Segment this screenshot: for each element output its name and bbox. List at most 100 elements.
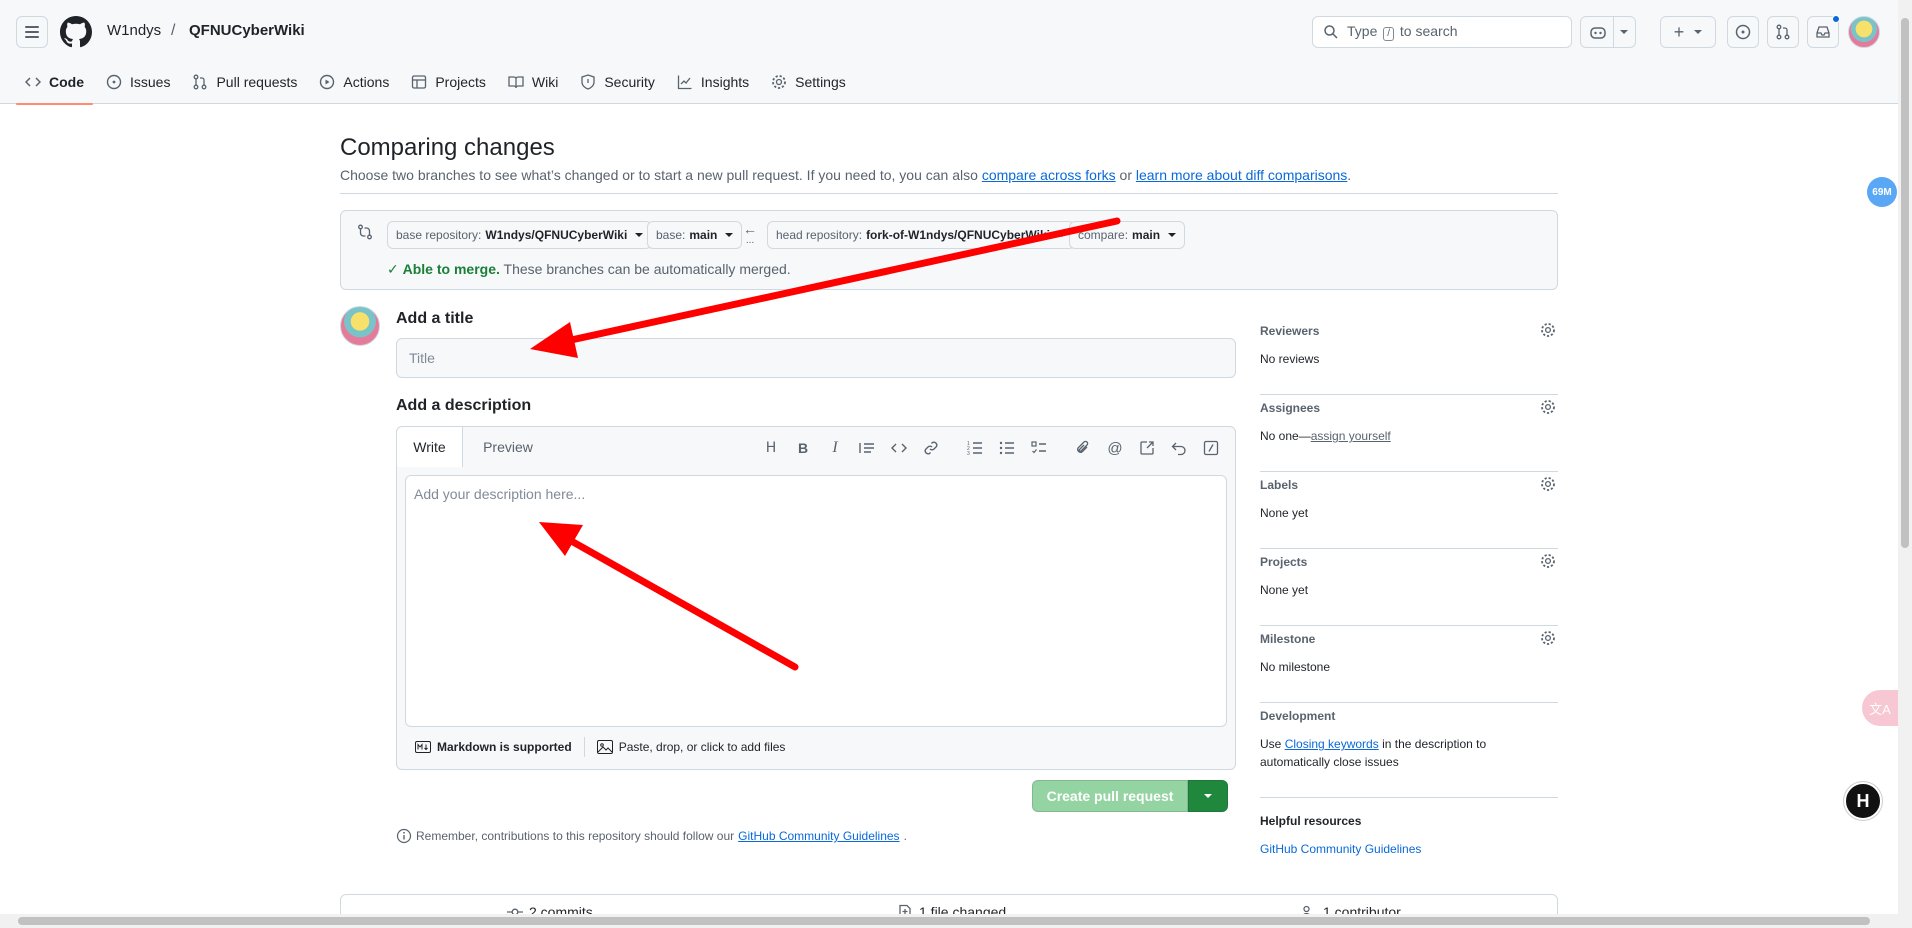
pull-requests-button[interactable] bbox=[1767, 16, 1799, 48]
compare-branch-select[interactable]: compare: main bbox=[1069, 221, 1186, 249]
undo-icon[interactable] bbox=[1163, 435, 1195, 461]
tab-code[interactable]: Code bbox=[16, 66, 93, 105]
tab-wiki[interactable]: Wiki bbox=[499, 66, 567, 98]
tab-projects-label: Projects bbox=[435, 74, 486, 90]
learn-diff-link[interactable]: learn more about diff comparisons bbox=[1136, 167, 1347, 183]
tab-insights[interactable]: Insights bbox=[668, 66, 758, 98]
tab-actions-label: Actions bbox=[343, 74, 390, 90]
gear-icon[interactable] bbox=[1540, 322, 1556, 338]
milestone-heading: Milestone bbox=[1260, 632, 1316, 646]
vertical-scrollbar[interactable] bbox=[1898, 0, 1912, 928]
link-icon[interactable] bbox=[915, 435, 947, 461]
guidelines-link[interactable]: GitHub Community Guidelines bbox=[738, 829, 899, 843]
gear-icon[interactable] bbox=[1540, 553, 1556, 569]
heading-icon[interactable]: H bbox=[755, 435, 787, 461]
horizontal-scrollbar[interactable] bbox=[0, 914, 1898, 928]
create-pull-request-button[interactable]: Create pull request bbox=[1032, 780, 1188, 812]
labels-value: None yet bbox=[1260, 506, 1309, 520]
markdown-note: Markdown is supported bbox=[437, 740, 572, 754]
tab-actions[interactable]: Actions bbox=[310, 66, 398, 98]
head-repository-select[interactable]: head repository: fork-of-W1ndys/QFNUCybe… bbox=[767, 221, 1075, 249]
code-icon[interactable] bbox=[883, 435, 915, 461]
book-icon bbox=[508, 76, 524, 89]
reminder-text: Remember, contributions to this reposito… bbox=[416, 829, 735, 843]
sidebar-reviewers: Reviewers No reviews bbox=[1260, 318, 1558, 395]
unordered-list-icon[interactable] bbox=[991, 435, 1023, 461]
slash-command-icon[interactable] bbox=[1195, 435, 1227, 461]
gear-icon[interactable] bbox=[1540, 630, 1556, 646]
tab-settings[interactable]: Settings bbox=[762, 66, 855, 98]
sidebar-projects: Projects None yet bbox=[1260, 549, 1558, 626]
tab-projects[interactable]: Projects bbox=[402, 66, 495, 98]
issue-icon bbox=[1735, 24, 1751, 40]
head-repository-label: head repository: bbox=[776, 228, 863, 242]
floating-badge[interactable]: 69M bbox=[1867, 177, 1897, 207]
info-icon bbox=[396, 828, 412, 844]
markdown-support[interactable]: Markdown is supported bbox=[415, 740, 572, 754]
issues-button[interactable] bbox=[1727, 16, 1759, 48]
helper-widget[interactable]: H bbox=[1844, 782, 1882, 820]
attach-files[interactable]: Paste, drop, or click to add files bbox=[596, 740, 786, 754]
tab-preview[interactable]: Preview bbox=[463, 427, 553, 467]
compare-forks-link[interactable]: compare across forks bbox=[982, 167, 1116, 183]
create-new-button[interactable]: + bbox=[1660, 16, 1716, 48]
pull-request-icon bbox=[194, 74, 207, 90]
create-options-dropdown[interactable] bbox=[1188, 780, 1228, 812]
base-repository-select[interactable]: base repository: W1ndys/QFNUCyberWiki bbox=[387, 221, 653, 249]
description-editor: Write Preview H B I 123 @ Markdown is su… bbox=[396, 426, 1236, 770]
table-icon bbox=[412, 75, 427, 89]
gear-icon[interactable] bbox=[1540, 399, 1556, 415]
base-branch-value: main bbox=[689, 228, 718, 242]
mention-icon[interactable]: @ bbox=[1099, 435, 1131, 461]
italic-icon[interactable]: I bbox=[819, 435, 851, 461]
check-icon: ✓ bbox=[387, 261, 399, 277]
bold-icon[interactable]: B bbox=[787, 435, 819, 461]
development-value: Use Closing keywords in the description … bbox=[1260, 735, 1500, 771]
vertical-scrollbar-thumb[interactable] bbox=[1901, 18, 1909, 548]
tab-issues[interactable]: Issues bbox=[97, 66, 179, 98]
base-branch-select[interactable]: base: main bbox=[647, 221, 743, 249]
attach-icon[interactable] bbox=[1067, 435, 1099, 461]
breadcrumb-repo[interactable]: QFNUCyberWiki bbox=[189, 22, 305, 39]
play-icon bbox=[320, 74, 335, 90]
copilot-button[interactable] bbox=[1580, 16, 1636, 48]
separator bbox=[583, 737, 585, 757]
description-textarea[interactable] bbox=[406, 476, 1226, 726]
reviewers-value: No reviews bbox=[1260, 352, 1320, 366]
description-textarea-wrap bbox=[405, 475, 1227, 727]
title-input[interactable] bbox=[396, 338, 1236, 378]
tab-code-label: Code bbox=[49, 74, 84, 90]
attach-note: Paste, drop, or click to add files bbox=[618, 740, 786, 754]
editor-footer: Markdown is supported Paste, drop, or cl… bbox=[397, 725, 1235, 769]
reference-icon[interactable] bbox=[1131, 435, 1163, 461]
projects-heading: Projects bbox=[1260, 555, 1308, 569]
horizontal-scrollbar-thumb[interactable] bbox=[18, 917, 1870, 925]
tab-wiki-label: Wiki bbox=[531, 74, 559, 90]
caret-down-icon bbox=[1168, 233, 1177, 237]
ordered-list-icon[interactable]: 123 bbox=[959, 435, 991, 461]
community-guidelines-link[interactable]: GitHub Community Guidelines bbox=[1260, 842, 1421, 856]
tab-write[interactable]: Write bbox=[397, 427, 463, 467]
user-avatar[interactable] bbox=[1848, 16, 1880, 48]
assign-yourself-link[interactable]: assign yourself bbox=[1311, 429, 1391, 443]
gear-icon[interactable] bbox=[1540, 476, 1556, 492]
projects-value: None yet bbox=[1260, 583, 1309, 597]
tab-pull-requests[interactable]: Pull requests bbox=[183, 66, 306, 98]
quote-icon[interactable] bbox=[851, 435, 883, 461]
tab-security[interactable]: Security bbox=[571, 66, 664, 98]
task-list-icon[interactable] bbox=[1023, 435, 1055, 461]
merge-status-label: Able to merge. bbox=[402, 261, 500, 277]
pull-request-icon bbox=[1776, 24, 1790, 40]
svg-text:3: 3 bbox=[967, 451, 970, 456]
translate-widget[interactable]: 文A bbox=[1862, 690, 1898, 726]
sidebar-milestone: Milestone No milestone bbox=[1260, 626, 1558, 703]
notification-dot bbox=[1832, 15, 1840, 23]
search-icon bbox=[1324, 25, 1338, 39]
github-logo-icon[interactable] bbox=[60, 16, 92, 48]
image-icon bbox=[596, 740, 613, 754]
menu-button[interactable] bbox=[16, 16, 48, 48]
reviewers-heading: Reviewers bbox=[1260, 324, 1320, 338]
search-input[interactable]: Type / to search bbox=[1312, 16, 1572, 48]
breadcrumb-owner[interactable]: W1ndys bbox=[107, 22, 161, 39]
closing-keywords-link[interactable]: Closing keywords bbox=[1285, 737, 1379, 751]
